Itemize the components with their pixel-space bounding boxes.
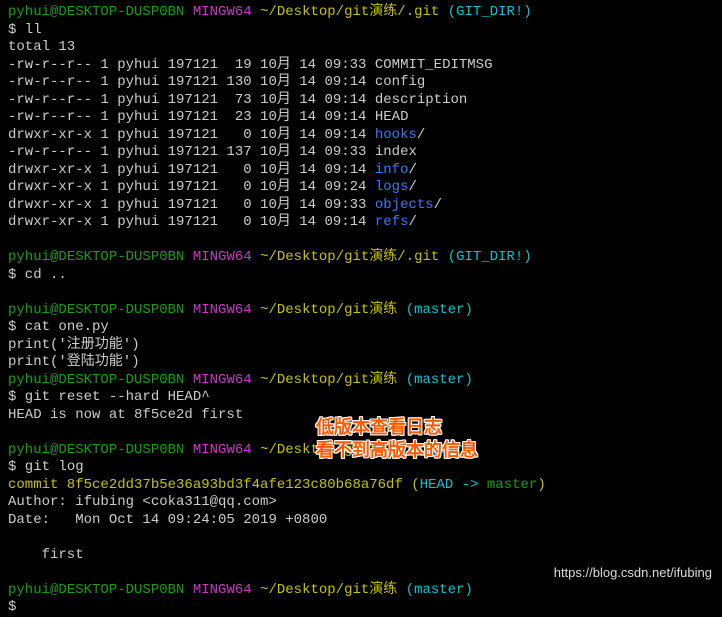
ls-total: total 13 [8, 39, 714, 57]
ls-row: drwxr-xr-x 1 pyhui 197121 0 10月 14 09:14… [8, 127, 714, 145]
prompt-line: pyhui@DESKTOP-DUSP0BN MINGW64 ~/Desktop/… [8, 372, 714, 390]
ls-row: drwxr-xr-x 1 pyhui 197121 0 10月 14 09:24… [8, 179, 714, 197]
commit-line: commit 8f5ce2dd37b5e36a93bd3f4afe123c80b… [8, 477, 714, 495]
blank [8, 232, 714, 250]
author-line: Author: ifubing <coka311@qq.com> [8, 494, 714, 512]
command-line[interactable]: $ cd .. [8, 267, 714, 285]
blank [8, 284, 714, 302]
command-line[interactable]: $ cat one.py [8, 319, 714, 337]
ls-row: -rw-r--r-- 1 pyhui 197121 73 10月 14 09:1… [8, 92, 714, 110]
annotation-overlay: 低版本查看日志 看不到高版本的信息 [316, 416, 478, 463]
output-line: print('登陆功能') [8, 354, 714, 372]
command-line[interactable]: $ git reset --hard HEAD^ [8, 389, 714, 407]
ls-row: -rw-r--r-- 1 pyhui 197121 23 10月 14 09:1… [8, 109, 714, 127]
command-line[interactable]: $ ll [8, 22, 714, 40]
commit-message: first [8, 547, 714, 565]
ls-row: drwxr-xr-x 1 pyhui 197121 0 10月 14 09:14… [8, 162, 714, 180]
ls-row: drwxr-xr-x 1 pyhui 197121 0 10月 14 09:14… [8, 214, 714, 232]
ls-row: -rw-r--r-- 1 pyhui 197121 19 10月 14 09:3… [8, 57, 714, 75]
prompt-line: pyhui@DESKTOP-DUSP0BN MINGW64 ~/Desktop/… [8, 302, 714, 320]
ls-row: drwxr-xr-x 1 pyhui 197121 0 10月 14 09:33… [8, 197, 714, 215]
annotation-line-2: 看不到高版本的信息 [316, 439, 478, 462]
prompt-line: pyhui@DESKTOP-DUSP0BN MINGW64 ~/Desktop/… [8, 249, 714, 267]
output-line: print('注册功能') [8, 337, 714, 355]
prompt-line: pyhui@DESKTOP-DUSP0BN MINGW64 ~/Desktop/… [8, 582, 714, 600]
annotation-line-1: 低版本查看日志 [316, 416, 478, 439]
blank [8, 529, 714, 547]
ls-row: -rw-r--r-- 1 pyhui 197121 137 10月 14 09:… [8, 144, 714, 162]
prompt-line: pyhui@DESKTOP-DUSP0BN MINGW64 ~/Desktop/… [8, 4, 714, 22]
date-line: Date: Mon Oct 14 09:24:05 2019 +0800 [8, 512, 714, 530]
ls-row: -rw-r--r-- 1 pyhui 197121 130 10月 14 09:… [8, 74, 714, 92]
watermark: https://blog.csdn.net/ifubing [554, 565, 712, 581]
command-line[interactable]: $ [8, 599, 714, 617]
